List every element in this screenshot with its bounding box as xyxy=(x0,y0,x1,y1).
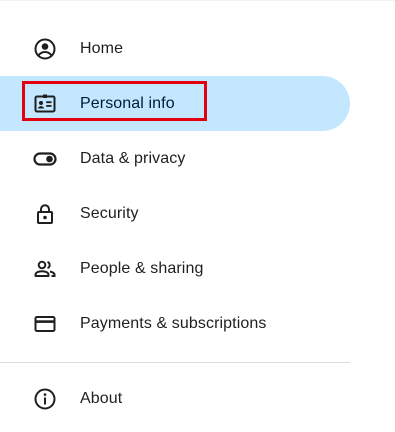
sidebar-item-label: Personal info xyxy=(80,94,175,112)
sidebar-item-label: Home xyxy=(80,39,124,57)
lock-icon xyxy=(33,202,57,226)
toggle-icon xyxy=(33,147,57,171)
sidebar-item-data-privacy[interactable]: Data & privacy xyxy=(0,131,350,186)
sidebar-item-personal-info[interactable]: Personal info xyxy=(0,76,350,131)
sidebar-item-payments-subscriptions[interactable]: Payments & subscriptions xyxy=(0,296,350,351)
sidebar-item-about[interactable]: About xyxy=(0,371,350,426)
id-card-icon xyxy=(33,92,57,116)
sidebar-item-label: Security xyxy=(80,204,139,222)
about-section: About xyxy=(0,371,350,426)
credit-card-icon xyxy=(33,312,57,336)
sidebar-item-label: Data & privacy xyxy=(80,149,186,167)
sidebar-nav: Home Personal info Data & privacy Securi… xyxy=(0,21,350,351)
sidebar-item-people-sharing[interactable]: People & sharing xyxy=(0,241,350,296)
account-navigation-page: Home Personal info Data & privacy Securi… xyxy=(0,0,395,432)
account-circle-icon xyxy=(33,37,57,61)
sidebar-item-home[interactable]: Home xyxy=(0,21,350,76)
section-divider xyxy=(0,362,350,363)
top-divider xyxy=(0,0,395,1)
sidebar-item-label: About xyxy=(80,389,123,407)
sidebar-item-label: Payments & subscriptions xyxy=(80,314,267,332)
info-icon xyxy=(33,387,57,411)
sidebar-item-security[interactable]: Security xyxy=(0,186,350,241)
people-icon xyxy=(33,257,57,281)
sidebar-item-label: People & sharing xyxy=(80,259,204,277)
